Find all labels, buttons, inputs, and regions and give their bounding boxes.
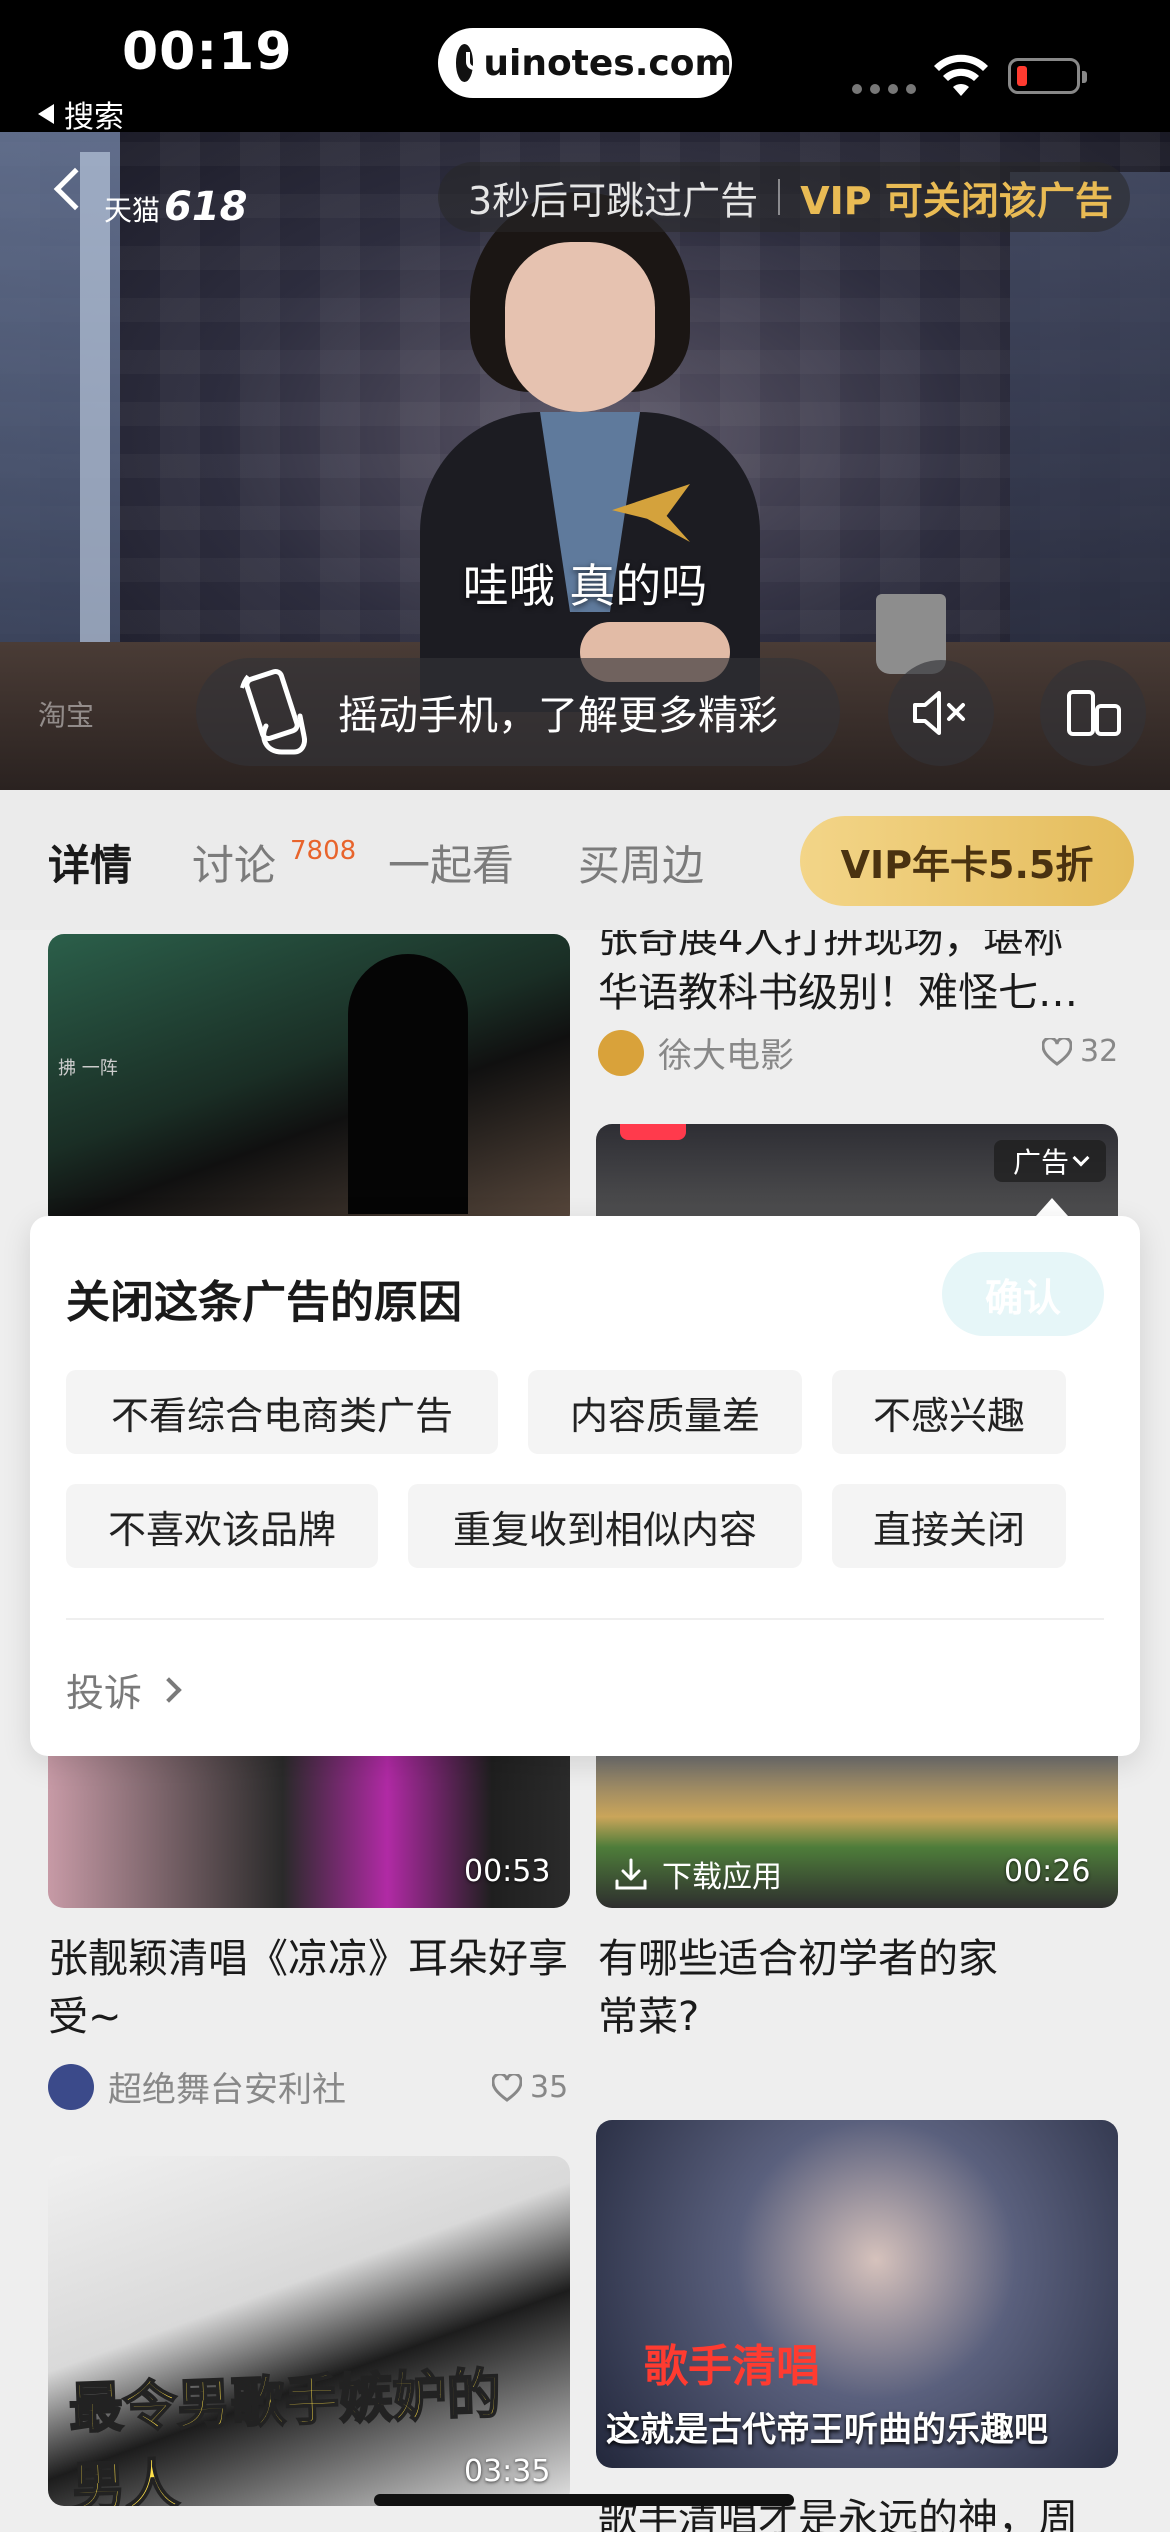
reason-option[interactable]: 不看综合电商类广告 — [66, 1370, 498, 1454]
url-text: uinotes.com — [483, 42, 732, 84]
like-count[interactable]: 35 — [492, 2070, 568, 2105]
like-count[interactable]: 32 — [1042, 1034, 1118, 1069]
chevron-down-icon — [1072, 1149, 1090, 1167]
avatar — [598, 1029, 644, 1076]
heart-icon — [1042, 1037, 1072, 1066]
tab-merch[interactable]: 买周边 — [578, 832, 704, 893]
speaker-muted-icon — [913, 691, 965, 735]
chevron-right-icon — [156, 1676, 182, 1703]
video-thumbnail[interactable]: 歌手清唱 这就是古代帝王听曲的乐趣吧 — [596, 2120, 1118, 2468]
video-thumbnail[interactable]: 最令男歌手嫉妒的男人 03:35 — [48, 2156, 570, 2506]
mute-button[interactable] — [888, 660, 994, 766]
video-duration: 00:26 — [1004, 1854, 1091, 1889]
video-duration: 03:35 — [464, 2454, 551, 2489]
vip-annual-card-button[interactable]: VIP年卡5.5折 — [800, 816, 1134, 906]
tab-watch-together[interactable]: 一起看 — [388, 832, 514, 893]
rotate-screen-button[interactable] — [1040, 660, 1146, 766]
vip-close-ad[interactable]: VIP 可关闭该广告 — [800, 170, 1113, 225]
back-label: 搜索 — [64, 100, 124, 135]
author-row[interactable]: 超绝舞台安利社 — [48, 2062, 346, 2111]
author-name: 徐大电影 — [658, 1036, 794, 1076]
thumbnail-caption: 这就是古代帝王听曲的乐趣吧 — [606, 2410, 1048, 2450]
video-player-ad[interactable]: 天猫 618 3秒后可跳过广告 VIP 可关闭该广告 哇哦 真的吗 淘宝 摇动手… — [0, 132, 1170, 790]
close-ad-reason-dialog: 关闭这条广告的原因 确认 不看综合电商类广告 内容质量差 不感兴趣 不喜欢该品牌… — [30, 1216, 1140, 1756]
url-pill[interactable]: uinotes.com — [438, 28, 732, 98]
discussion-count-badge: 7808 — [290, 836, 357, 866]
site-logo-icon — [456, 44, 487, 82]
tab-details[interactable]: 详情 — [48, 832, 132, 893]
dialog-pointer — [1036, 1198, 1068, 1216]
taobao-watermark: 淘宝 — [38, 699, 95, 732]
shake-text: 摇动手机，了解更多精彩 — [338, 693, 778, 739]
back-arrow-icon — [38, 104, 54, 124]
avatar — [48, 2063, 94, 2110]
download-app-button[interactable]: 下载应用 — [614, 1852, 782, 1896]
reason-option[interactable]: 内容质量差 — [528, 1370, 802, 1454]
back-to-search[interactable]: 搜索 — [38, 92, 124, 136]
video-card-title[interactable]: 有哪些适合初学者的家常菜? — [598, 1930, 1018, 2046]
skip-countdown: 3秒后可跳过广告 — [468, 178, 759, 223]
signal-dots-icon — [852, 84, 916, 94]
video-thumbnail[interactable]: 00:53 — [48, 1756, 570, 1908]
thumbnail-overlay-text: 歌手清唱 — [644, 2341, 820, 2392]
video-card-title[interactable]: 张奇展4人打拼现场，堪称 华语教科书级别！难怪七… — [598, 930, 1118, 1030]
tab-discussion[interactable]: 讨论 — [192, 832, 276, 893]
battery-icon — [1008, 58, 1087, 94]
author-row[interactable]: 徐大电影 — [598, 1028, 794, 1077]
reason-option[interactable]: 不喜欢该品牌 — [66, 1484, 378, 1568]
video-duration: 00:53 — [464, 1854, 551, 1889]
heart-icon — [492, 2073, 522, 2102]
author-name: 超绝舞台安利社 — [108, 2070, 346, 2110]
reason-option[interactable]: 直接关闭 — [832, 1484, 1066, 1568]
shake-phone-button[interactable]: 摇动手机，了解更多精彩 — [196, 658, 840, 766]
download-icon — [615, 1858, 647, 1890]
reason-option[interactable]: 不感兴趣 — [832, 1370, 1066, 1454]
complain-link[interactable]: 投诉 — [66, 1662, 182, 1717]
status-bar: 00:19 搜索 uinotes.com — [0, 0, 1170, 135]
ad-tag-dropdown[interactable]: 广告 — [994, 1140, 1106, 1182]
home-indicator[interactable] — [374, 2494, 794, 2506]
status-time: 00:19 — [122, 22, 293, 82]
video-card-title[interactable]: 歌手清唱才是永远的神，周 — [598, 2486, 1078, 2532]
video-thumbnail[interactable]: 拂 一阵 — [48, 934, 570, 1230]
rotate-screen-icon — [1067, 690, 1121, 736]
wifi-icon — [934, 54, 988, 96]
skip-ad-bar[interactable]: 3秒后可跳过广告 VIP 可关闭该广告 — [438, 162, 1130, 232]
video-subtitle: 哇哦 真的吗 — [462, 559, 708, 613]
confirm-button[interactable]: 确认 — [942, 1252, 1104, 1336]
dialog-title: 关闭这条广告的原因 — [66, 1277, 462, 1328]
tmall-618-logo: 天猫 618 — [104, 184, 248, 230]
shake-phone-icon — [240, 669, 307, 755]
divider — [66, 1618, 1104, 1620]
reason-option[interactable]: 重复收到相似内容 — [408, 1484, 802, 1568]
video-card-title[interactable]: 张靓颖清唱《凉凉》耳朵好享受~ — [48, 1930, 570, 2046]
